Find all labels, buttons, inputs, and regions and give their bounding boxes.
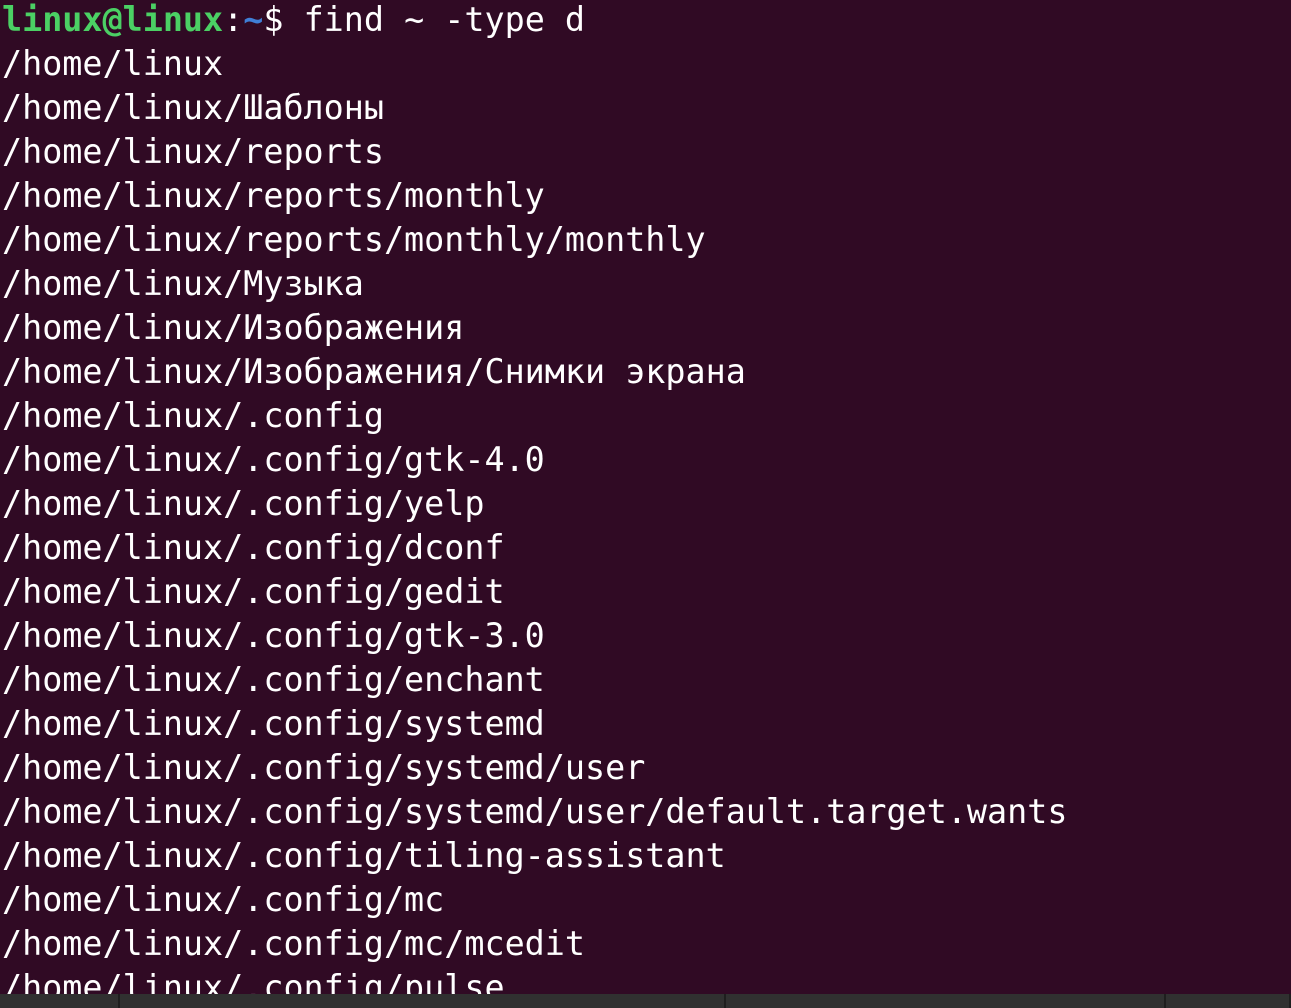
bottom-bar-segment bbox=[1166, 994, 1291, 1008]
output-line: /home/linux/Изображения/Снимки экрана bbox=[2, 352, 746, 391]
bottom-bar bbox=[0, 994, 1291, 1008]
output-line: /home/linux/Музыка bbox=[2, 264, 364, 303]
output-line: /home/linux/Шаблоны bbox=[2, 88, 384, 127]
prompt-separator: : bbox=[223, 0, 244, 39]
output-line: /home/linux/.config/dconf bbox=[2, 528, 505, 567]
output-line: /home/linux bbox=[2, 44, 224, 83]
output-line: /home/linux/.config/mc/mcedit bbox=[2, 924, 585, 963]
output-line: /home/linux/Изображения bbox=[2, 308, 465, 347]
bottom-bar-segment bbox=[726, 994, 1166, 1008]
output-line: /home/linux/.config/tiling-assistant bbox=[2, 836, 726, 875]
prompt-path: ~ bbox=[243, 0, 264, 39]
output-line: /home/linux/.config/systemd/user bbox=[2, 748, 646, 787]
output-line: /home/linux/reports bbox=[2, 132, 384, 171]
terminal-window[interactable]: linux@linux:~$ find ~ -type d /home/linu… bbox=[0, 0, 1291, 994]
prompt-user-host: linux@linux bbox=[2, 0, 224, 39]
output-line: /home/linux/.config/mc bbox=[2, 880, 445, 919]
command-text: find ~ -type d bbox=[283, 0, 586, 39]
output-line: /home/linux/reports/monthly bbox=[2, 176, 545, 215]
output-line: /home/linux/.config/gedit bbox=[2, 572, 505, 611]
output-line: /home/linux/.config/pulse bbox=[2, 968, 505, 994]
prompt-dollar: $ bbox=[263, 0, 284, 39]
prompt-line: linux@linux:~$ find ~ -type d bbox=[2, 0, 1067, 42]
output-line: /home/linux/.config/enchant bbox=[2, 660, 545, 699]
bottom-bar-segment bbox=[0, 994, 120, 1008]
bottom-bar-segment bbox=[120, 994, 726, 1008]
output-line: /home/linux/.config/gtk-3.0 bbox=[2, 616, 545, 655]
output-line: /home/linux/.config/systemd bbox=[2, 704, 545, 743]
output-line: /home/linux/.config/systemd/user/default… bbox=[2, 792, 1068, 831]
output-line: /home/linux/.config/gtk-4.0 bbox=[2, 440, 545, 479]
output-line: /home/linux/.config/yelp bbox=[2, 484, 485, 523]
output-line: /home/linux/.config bbox=[2, 396, 384, 435]
terminal-output: linux@linux:~$ find ~ -type d /home/linu… bbox=[2, 0, 1067, 994]
output-line: /home/linux/reports/monthly/monthly bbox=[2, 220, 706, 259]
